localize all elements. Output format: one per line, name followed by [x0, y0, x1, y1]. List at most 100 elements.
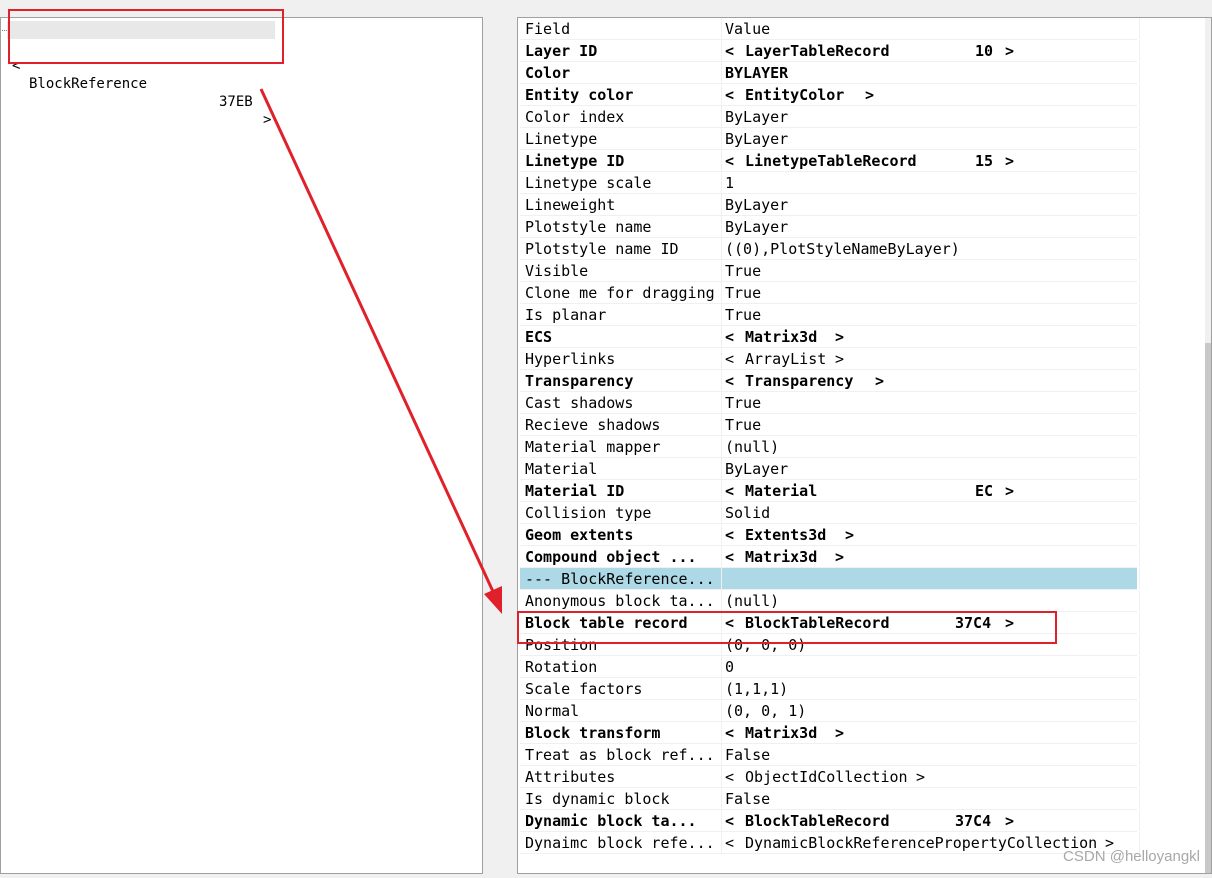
value-cell[interactable]: < BlockTableRecord 37C4 > [725, 810, 1137, 831]
value-object-name: Matrix3d [745, 724, 818, 742]
close-bracket: > [835, 548, 845, 566]
grid-row[interactable]: Material ID < Material EC > [520, 480, 1140, 502]
field-cell: Recieve shadows [525, 416, 661, 434]
close-bracket: > [1005, 152, 1015, 170]
grid-row[interactable]: Entity color < EntityColor > [520, 84, 1140, 106]
grid-row[interactable]: Recieve shadows True [520, 414, 1140, 436]
value-cell[interactable]: < Matrix3d > [725, 546, 1137, 567]
field-cell: Collision type [525, 504, 652, 522]
value-column-header[interactable]: Value [725, 18, 1137, 39]
value-object-name: BlockTableRecord [745, 812, 890, 830]
grid-row[interactable]: Lineweight ByLayer [520, 194, 1140, 216]
object-tree-panel[interactable]: < BlockReference 37EB > [0, 17, 483, 874]
grid-row[interactable]: Rotation 0 [520, 656, 1140, 678]
grid-row[interactable]: Dynaimc block refe... < DynamicBlockRefere… [520, 832, 1140, 854]
grid-row[interactable]: Compound object ... < Matrix3d > [520, 546, 1140, 568]
value-object-name: Extents3d [745, 526, 827, 544]
grid-row[interactable]: Visible True [520, 260, 1140, 282]
grid-row[interactable]: Clone me for dragging True [520, 282, 1140, 304]
grid-row[interactable]: Attributes < ObjectIdCollection > [520, 766, 1140, 788]
grid-row[interactable]: Material ByLayer [520, 458, 1140, 480]
value-object-name: LayerTableRecord [745, 42, 890, 60]
tree-node-handle: 37EB [219, 94, 253, 110]
close-bracket: > [865, 86, 875, 104]
value-handle: 15 [975, 152, 994, 170]
value-object-name: ObjectIdCollection [745, 768, 908, 786]
value-object-name: Transparency [745, 372, 854, 390]
grid-row[interactable]: Material mapper (null) [520, 436, 1140, 458]
value-object-name: Matrix3d [745, 548, 818, 566]
value-object-name: LinetypeTableRecord [745, 152, 917, 170]
grid-row[interactable]: Hyperlinks < ArrayList > [520, 348, 1140, 370]
grid-row[interactable]: Normal (0, 0, 1) [520, 700, 1140, 722]
field-cell: Geom extents [525, 526, 634, 544]
value-cell[interactable]: < ObjectIdCollection > [725, 766, 1137, 787]
field-cell: Hyperlinks [525, 350, 616, 368]
open-bracket: < [725, 548, 735, 566]
grid-row[interactable]: Plotstyle name ByLayer [520, 216, 1140, 238]
field-cell: Material [525, 460, 598, 478]
grid-row[interactable]: --- BlockReference... [520, 568, 1140, 590]
close-bracket: > [835, 350, 845, 368]
field-cell: Block transform [525, 724, 661, 742]
open-bracket: < [725, 42, 735, 60]
value-cell: Solid [725, 504, 771, 522]
grid-row[interactable]: Color index ByLayer [520, 106, 1140, 128]
value-cell [725, 568, 1137, 589]
value-cell[interactable]: < Material EC > [725, 480, 1137, 501]
grid-row[interactable]: Is planar True [520, 304, 1140, 326]
annotation-box-tree-node [8, 9, 284, 64]
grid-row[interactable]: Plotstyle name ID ((0),PlotStyleNameByLay… [520, 238, 1140, 260]
value-cell: ((0),PlotStyleNameByLayer) [725, 240, 960, 258]
value-cell: True [725, 394, 762, 412]
value-cell: False [725, 746, 771, 764]
open-bracket: < [725, 152, 735, 170]
grid-row[interactable]: Layer ID < LayerTableRecord 10 > [520, 40, 1140, 62]
grid-row[interactable]: Transparency < Transparency > [520, 370, 1140, 392]
open-bracket: < [725, 768, 735, 786]
value-cell[interactable]: < EntityColor > [725, 84, 1137, 105]
grid-row[interactable]: Block transform < Matrix3d > [520, 722, 1140, 744]
value-object-name: Matrix3d [745, 328, 818, 346]
grid-row[interactable]: Linetype ID < LinetypeTableRecord 15 > [520, 150, 1140, 172]
field-cell: Visible [525, 262, 589, 280]
open-bracket: < [725, 372, 735, 390]
grid-row[interactable]: Cast shadows True [520, 392, 1140, 414]
grid-row[interactable]: Is dynamic block False [520, 788, 1140, 810]
grid-row[interactable]: Scale factors (1,1,1) [520, 678, 1140, 700]
grid-row[interactable]: Dynamic block ta... < BlockTableRecord 37C4… [520, 810, 1140, 832]
close-bracket: > [835, 328, 845, 346]
field-cell: Dynamic block ta... [525, 812, 697, 830]
field-cell: Clone me for dragging [525, 284, 715, 302]
field-cell: ECS [525, 328, 553, 346]
field-cell: Normal [525, 702, 580, 720]
field-cell: Dynaimc block refe... [525, 834, 715, 852]
field-cell: Linetype ID [525, 152, 625, 170]
grid-row[interactable]: Treat as block ref... False [520, 744, 1140, 766]
value-cell[interactable]: < LinetypeTableRecord 15 > [725, 150, 1137, 171]
grid-row[interactable]: Linetype ByLayer [520, 128, 1140, 150]
value-cell[interactable]: < Extents3d > [725, 524, 1137, 545]
value-cell[interactable]: < Matrix3d > [725, 326, 1137, 347]
value-cell: (null) [725, 438, 780, 456]
grid-row[interactable]: Linetype scale 1 [520, 172, 1140, 194]
grid-row[interactable]: ECS < Matrix3d > [520, 326, 1140, 348]
properties-grid[interactable]: Field Value Layer ID < LayerTableRecord 10 >… [517, 17, 1212, 874]
close-bracket: > [875, 372, 885, 390]
value-cell[interactable]: < Matrix3d > [725, 722, 1137, 743]
scrollbar-thumb[interactable] [1205, 343, 1211, 873]
grid-row[interactable]: Color BYLAYER [520, 62, 1140, 84]
value-cell[interactable]: < Transparency > [725, 370, 1137, 391]
close-bracket: > [845, 526, 855, 544]
value-cell[interactable]: < ArrayList > [725, 348, 1137, 369]
grid-row[interactable]: Collision type Solid [520, 502, 1140, 524]
field-column-header[interactable]: Field [525, 18, 720, 39]
close-bracket: > [1005, 482, 1015, 500]
value-cell: (1,1,1) [725, 680, 789, 698]
grid-row[interactable]: Anonymous block ta... (null) [520, 590, 1140, 612]
grid-row[interactable]: Geom extents < Extents3d > [520, 524, 1140, 546]
vertical-scrollbar[interactable] [1205, 18, 1211, 873]
value-cell[interactable]: < LayerTableRecord 10 > [725, 40, 1137, 61]
value-cell: ByLayer [725, 108, 789, 126]
open-bracket: < [725, 350, 735, 368]
